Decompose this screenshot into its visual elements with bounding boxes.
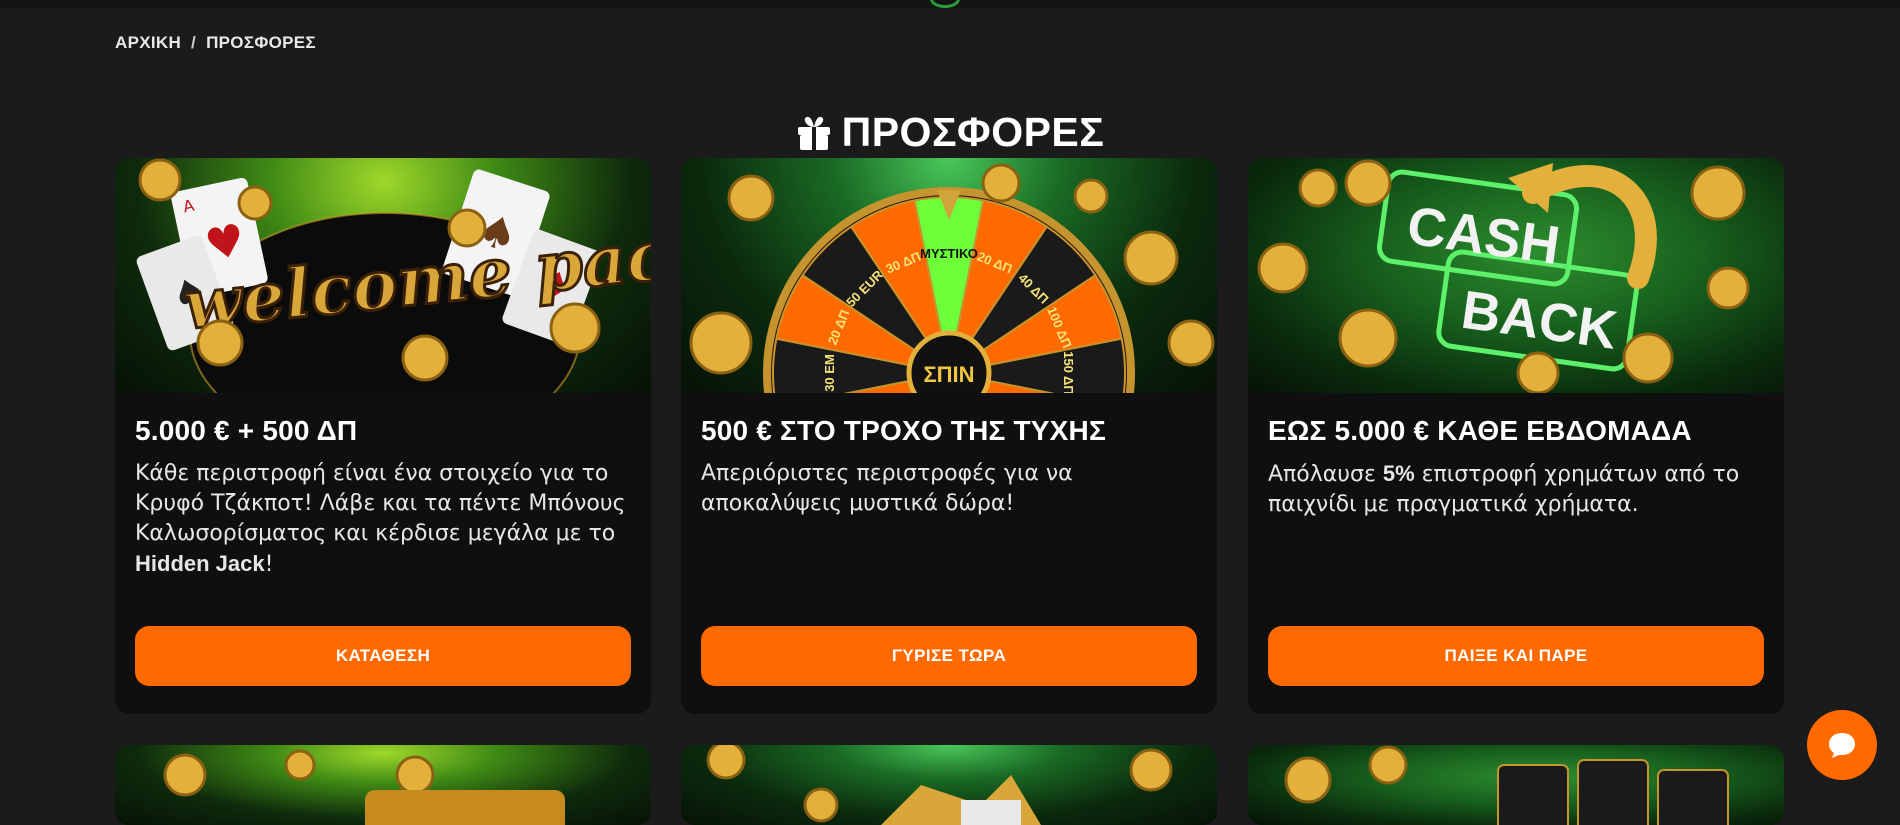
promo-title: 5.000 € + 500 ΔΠ xyxy=(135,415,358,446)
gift-icon xyxy=(797,116,830,150)
cashback-illustration: CASH BACK xyxy=(1257,159,1750,393)
promo-banner-row2-3 xyxy=(1248,745,1784,825)
promo-card-cashback: CASH BACK ΕΩΣ 5.000 € ΚΑΘΕ ΕΒΔΟΜΑΔΑ Απόλ… xyxy=(1248,158,1784,714)
chat-button[interactable] xyxy=(1807,710,1877,780)
breadcrumb-home-link[interactable]: ΑΡΧΙΚΗ xyxy=(115,33,181,53)
play-and-win-button[interactable]: ΠΑΙΞΕ ΚΑΙ ΠΑΡΕ xyxy=(1268,626,1764,686)
cashback-banner[interactable]: CASH BACK xyxy=(1248,158,1784,393)
promo-description: Κάθε περιστροφή είναι ένα στοιχείο για τ… xyxy=(135,459,631,580)
wheel-slice-label: 30 ΕΜ xyxy=(822,354,837,392)
promo-title: ΕΩΣ 5.000 € ΚΑΘΕ ΕΒΔΟΜΑΔΑ xyxy=(1268,415,1692,446)
wheel-slice-label: 150 ΔΠ xyxy=(1061,351,1076,393)
promo-card-wheel: ΜΥΣΤΙΚΟ 20 ΔΠ 30 ΔΠ 40 ΔΠ 50 EUR 100 ΔΠ 20 ΔΠ 1… xyxy=(681,158,1217,714)
spin-now-button[interactable]: ΓΥΡΙΣΕ ΤΩΡΑ xyxy=(701,626,1197,686)
promo-card-row2-1[interactable] xyxy=(115,745,651,825)
promo-title: 500 € ΣΤΟ ΤΡΟΧΟ ΤΗΣ ΤΥΧΗΣ xyxy=(701,415,1106,446)
promo-description-text: Κάθε περιστροφή είναι ένα στοιχείο για τ… xyxy=(135,461,626,546)
deposit-button[interactable]: ΚΑΤΑΘΕΣΗ xyxy=(135,626,631,686)
page-title: ΠΡΟΣΦΟΡΕΣ xyxy=(0,109,1900,156)
promo-card-row2-3[interactable] xyxy=(1248,745,1784,825)
prize-wheel-banner[interactable]: ΜΥΣΤΙΚΟ 20 ΔΠ 30 ΔΠ 40 ΔΠ 50 EUR 100 ΔΠ 20 ΔΠ 1… xyxy=(681,158,1217,393)
page-title-text: ΠΡΟΣΦΟΡΕΣ xyxy=(841,109,1105,156)
top-bar xyxy=(0,0,1900,8)
logo-mark-icon xyxy=(930,0,960,8)
breadcrumb-separator: / xyxy=(191,33,197,52)
wheel-slice-label: ΜΥΣΤΙΚΟ xyxy=(920,246,978,261)
breadcrumb-current: ΠΡΟΣΦΟΡΕΣ xyxy=(206,33,316,52)
prize-wheel-illustration: ΜΥΣΤΙΚΟ20 ΔΠ30 ΔΠ40 ΔΠ50 EUR100 ΔΠ20 ΔΠ1… xyxy=(689,163,1215,393)
promo-card-welcome: A ♥ ♠ ♠ ♦ welcome pack 5.000 € + 500 ΔΠ … xyxy=(115,158,651,714)
wheel-center-label: ΣΠΙΝ xyxy=(923,362,974,387)
promo-description-start: Απόλαυσε xyxy=(1268,462,1383,487)
welcome-pack-banner[interactable]: A ♥ ♠ ♠ ♦ welcome pack xyxy=(115,158,651,393)
promo-description-bold: Hidden Jack xyxy=(135,551,265,576)
chat-bubble-icon xyxy=(1829,733,1855,758)
welcome-pack-illustration: A ♥ ♠ ♠ ♦ welcome pack xyxy=(136,158,651,393)
promo-card-row2-2[interactable] xyxy=(681,745,1217,825)
promo-description: Απόλαυσε 5% επιστροφή χρημάτων από το πα… xyxy=(1268,459,1764,520)
promo-description-end: ! xyxy=(264,552,274,577)
promo-banner-row2-2 xyxy=(681,745,1217,825)
breadcrumb: ΑΡΧΙΚΗ / ΠΡΟΣΦΟΡΕΣ xyxy=(115,33,316,53)
promo-banner-row2-1 xyxy=(115,745,651,825)
cards-illustration xyxy=(1284,745,1729,825)
promo-description-bold: 5% xyxy=(1382,461,1415,486)
slot-illustration xyxy=(163,749,565,825)
gift-box-illustration xyxy=(706,745,1173,825)
promo-description: Απεριόριστες περιστροφές για να αποκαλύψ… xyxy=(701,461,1073,516)
